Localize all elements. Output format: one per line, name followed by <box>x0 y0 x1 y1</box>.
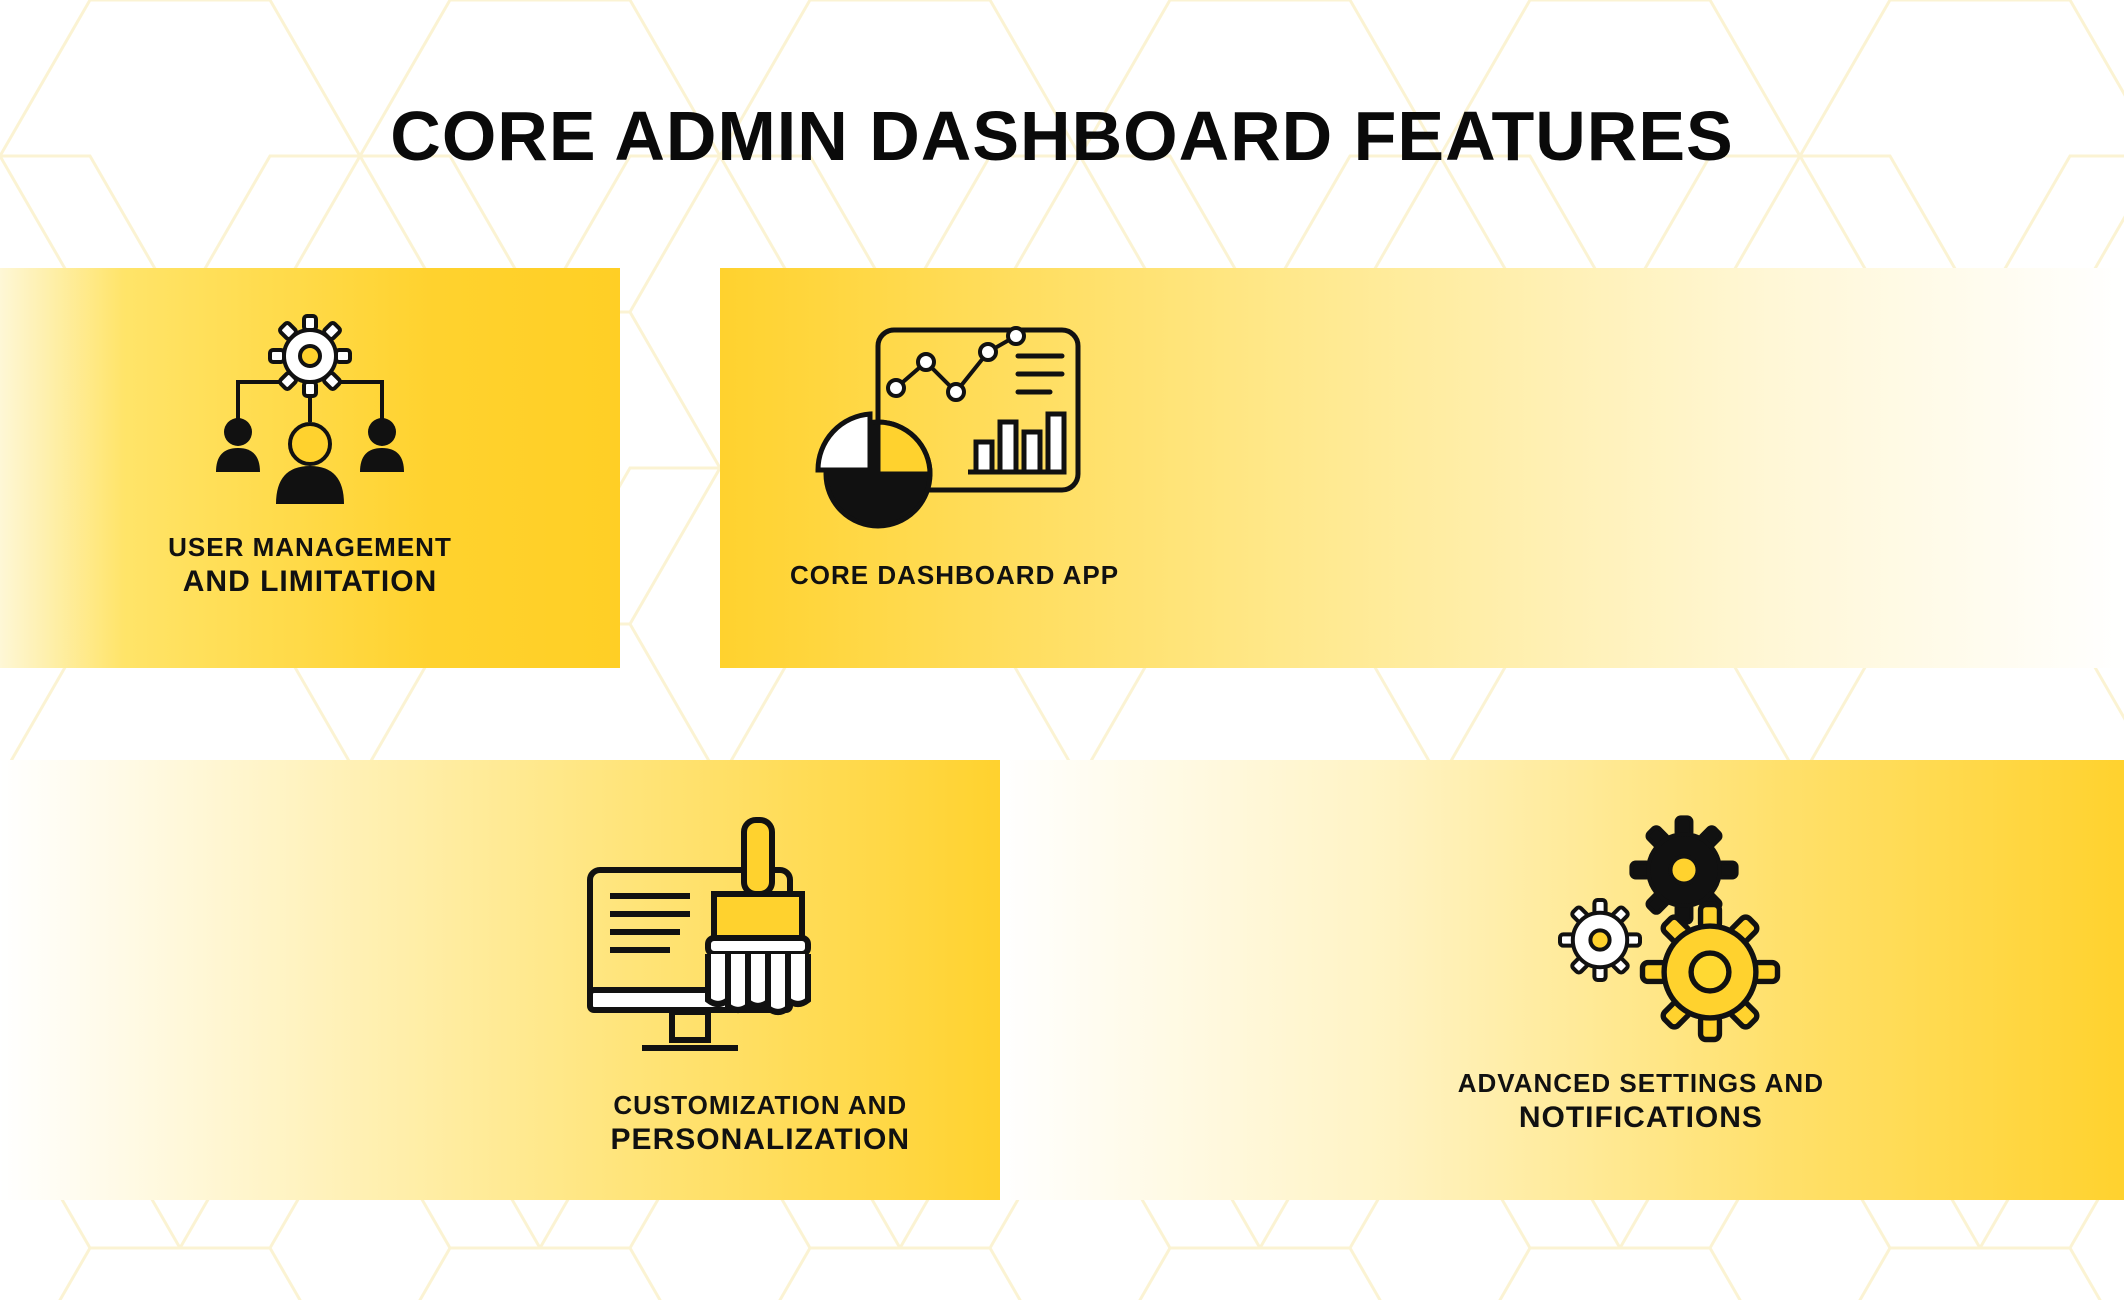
feature-card-user-management: USER MANAGEMENT AND LIMITATION <box>0 268 620 668</box>
monitor-brush-icon <box>0 800 910 1080</box>
feature-caption: CORE DASHBOARD APP <box>780 560 1119 591</box>
caption-line1: ADVANCED SETTINGS AND <box>1458 1068 1824 1099</box>
caption-line1: CUSTOMIZATION AND <box>611 1090 910 1121</box>
feature-card-core-dashboard: CORE DASHBOARD APP <box>720 268 2124 668</box>
feature-card-customization: CUSTOMIZATION AND PERSONALIZATION <box>0 760 1000 1200</box>
caption-line2: AND LIMITATION <box>168 565 452 599</box>
caption-single: CORE DASHBOARD APP <box>790 560 1119 591</box>
users-gear-icon <box>0 302 620 532</box>
caption-line2: PERSONALIZATION <box>611 1123 910 1157</box>
feature-caption: CUSTOMIZATION AND PERSONALIZATION <box>611 1090 910 1157</box>
gears-icon <box>1000 800 1824 1060</box>
feature-caption: ADVANCED SETTINGS AND NOTIFICATIONS <box>1458 1068 1824 1135</box>
dashboard-analytics-icon <box>780 302 2124 542</box>
page-title: CORE ADMIN DASHBOARD FEATURES <box>0 0 2124 176</box>
feature-card-advanced-settings: ADVANCED SETTINGS AND NOTIFICATIONS <box>1000 760 2124 1200</box>
caption-line1: USER MANAGEMENT <box>168 532 452 563</box>
feature-caption: USER MANAGEMENT AND LIMITATION <box>168 532 452 599</box>
caption-line2: NOTIFICATIONS <box>1458 1101 1824 1135</box>
